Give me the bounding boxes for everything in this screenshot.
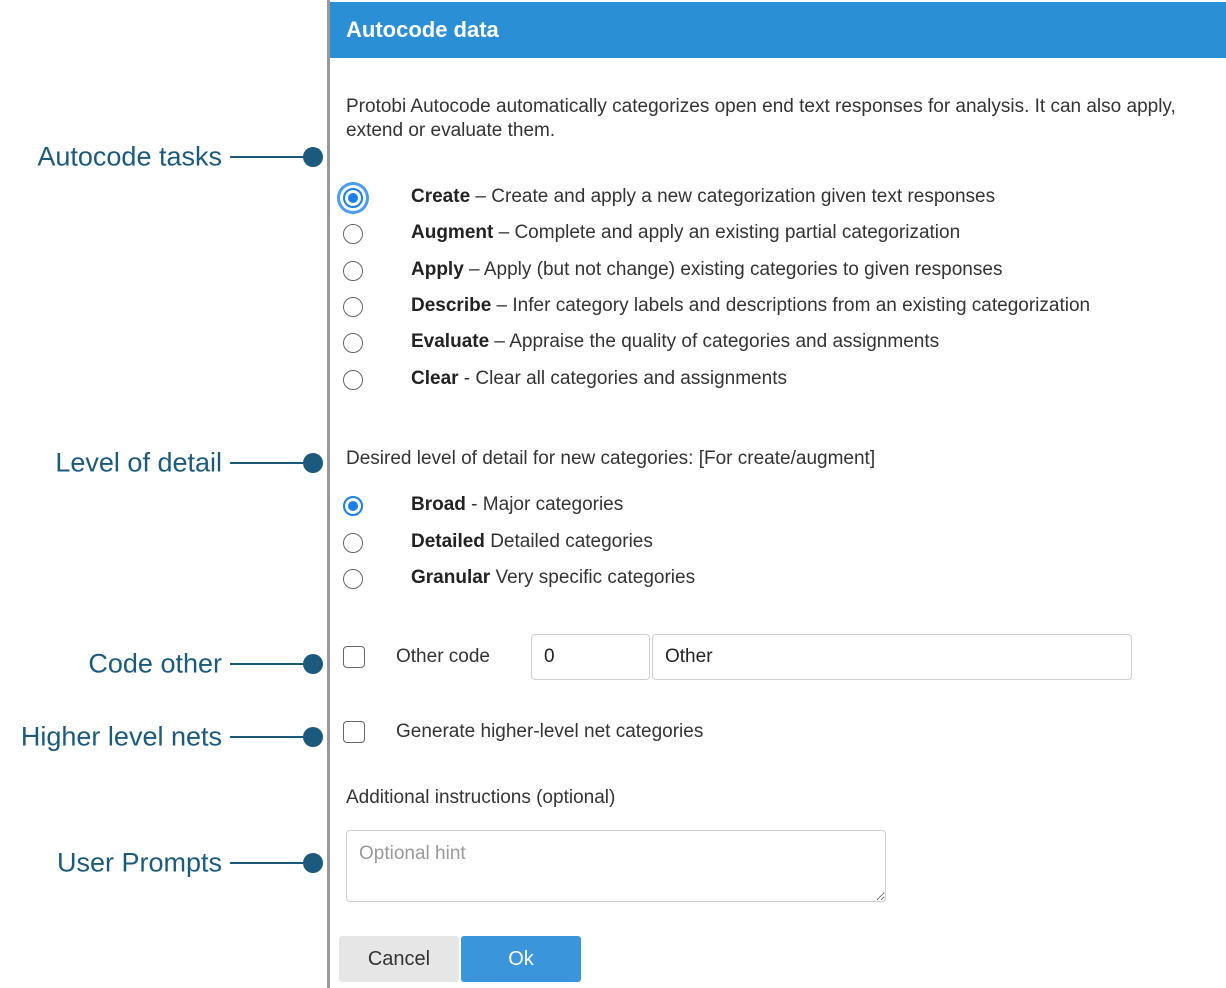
task-option-augment[interactable]: Augment – Complete and apply an existing… — [340, 219, 1210, 253]
task-option-label: Create – Create and apply a new categori… — [411, 186, 996, 207]
task-option-label: Augment – Complete and apply an existing… — [411, 222, 961, 243]
detail-option-granular[interactable]: Granular Very specific categories — [340, 564, 1210, 598]
radio-button-clear[interactable] — [343, 370, 363, 390]
callout-dot — [303, 654, 323, 674]
callout-line — [230, 663, 310, 665]
callout-line — [230, 462, 310, 464]
callout-label: Level of detail — [55, 447, 222, 478]
callout-dot — [303, 453, 323, 473]
callout-dot — [303, 147, 323, 167]
task-option-describe[interactable]: Describe – Infer category labels and des… — [340, 292, 1210, 326]
net-categories-label: Generate higher-level net categories — [396, 721, 704, 742]
callout-dot — [303, 853, 323, 873]
radio-button-detailed[interactable] — [343, 533, 363, 553]
callout-label: Higher level nets — [20, 721, 222, 752]
detail-option-detailed[interactable]: Detailed Detailed categories — [340, 528, 1210, 562]
radio-button-broad[interactable] — [343, 496, 363, 516]
task-option-label: Clear - Clear all categories and assignm… — [411, 368, 787, 389]
callout-line — [230, 862, 310, 864]
detail-option-broad[interactable]: Broad - Major categories — [340, 491, 1210, 525]
ok-button[interactable]: Ok — [461, 936, 581, 982]
other-code-checkbox[interactable] — [343, 646, 365, 668]
dialog-titlebar: Autocode data — [330, 2, 1226, 58]
detail-option-label: Detailed Detailed categories — [411, 531, 653, 552]
radio-button-granular[interactable] — [343, 569, 363, 589]
other-code-label: Other code — [396, 646, 490, 667]
radio-button-augment[interactable] — [343, 224, 363, 244]
callout-dot — [303, 727, 323, 747]
net-categories-checkbox[interactable] — [343, 721, 365, 743]
autocode-dialog: Autocode data Protobi Autocode automatic… — [330, 0, 1226, 988]
radio-button-create[interactable] — [343, 188, 363, 208]
task-option-create[interactable]: Create – Create and apply a new categori… — [340, 183, 1210, 217]
detail-option-label: Broad - Major categories — [411, 494, 624, 515]
callout-level-of-detail: Level of detail — [0, 448, 330, 478]
detail-option-label: Granular Very specific categories — [411, 567, 696, 588]
radio-button-apply[interactable] — [343, 261, 363, 281]
task-option-apply[interactable]: Apply – Apply (but not change) existing … — [340, 256, 1210, 290]
task-option-label: Evaluate – Appraise the quality of categ… — [411, 331, 940, 352]
cancel-button[interactable]: Cancel — [339, 936, 459, 982]
callout-autocode-tasks: Autocode tasks — [0, 142, 330, 172]
callout-line — [230, 736, 310, 738]
dialog-title: Autocode data — [346, 17, 499, 42]
callout-line — [230, 156, 310, 158]
instructions-label: Additional instructions (optional) — [346, 787, 616, 808]
task-option-evaluate[interactable]: Evaluate – Appraise the quality of categ… — [340, 328, 1210, 362]
detail-level-label: Desired level of detail for new categori… — [346, 448, 876, 469]
callout-higher-level-nets: Higher level nets — [0, 722, 330, 752]
radio-button-evaluate[interactable] — [343, 333, 363, 353]
task-option-label: Describe – Infer category labels and des… — [411, 295, 1091, 316]
task-option-clear[interactable]: Clear - Clear all categories and assignm… — [340, 365, 1210, 399]
task-option-label: Apply – Apply (but not change) existing … — [411, 259, 1003, 280]
radio-button-describe[interactable] — [343, 297, 363, 317]
other-code-name-input[interactable] — [652, 634, 1132, 680]
callout-label: User Prompts — [56, 847, 222, 878]
dialog-intro: Protobi Autocode automatically categoriz… — [346, 96, 1176, 141]
callout-user-prompts: User Prompts — [0, 848, 330, 878]
instructions-textarea[interactable] — [346, 830, 886, 902]
other-code-value-input[interactable] — [531, 634, 650, 680]
callout-code-other: Code other — [0, 649, 330, 679]
callout-label: Autocode tasks — [37, 141, 222, 172]
callout-label: Code other — [88, 648, 222, 679]
